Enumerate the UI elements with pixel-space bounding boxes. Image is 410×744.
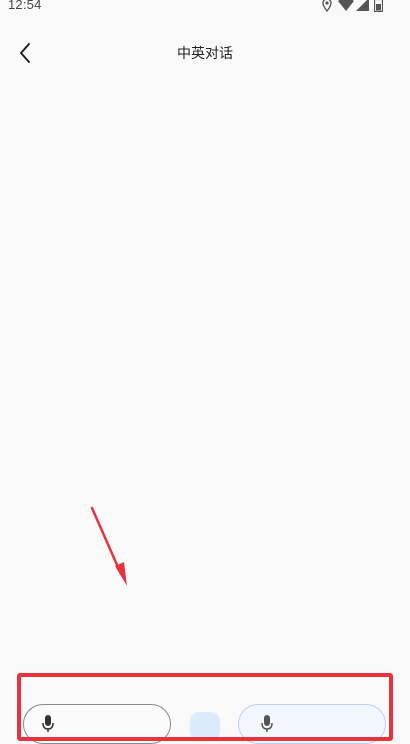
battery-icon — [374, 0, 383, 12]
location-icon — [322, 0, 332, 12]
status-time: 12:54 — [8, 0, 42, 12]
wifi-icon — [338, 0, 354, 11]
conversation-area — [0, 76, 410, 670]
signal-icon — [356, 0, 369, 11]
status-bar: 12:54 — [0, 0, 410, 16]
page-title: 中英对话 — [177, 46, 233, 62]
status-icons — [308, 0, 388, 12]
app-bar: 中英对话 — [0, 30, 410, 76]
annotation-highlight-box — [17, 673, 393, 741]
